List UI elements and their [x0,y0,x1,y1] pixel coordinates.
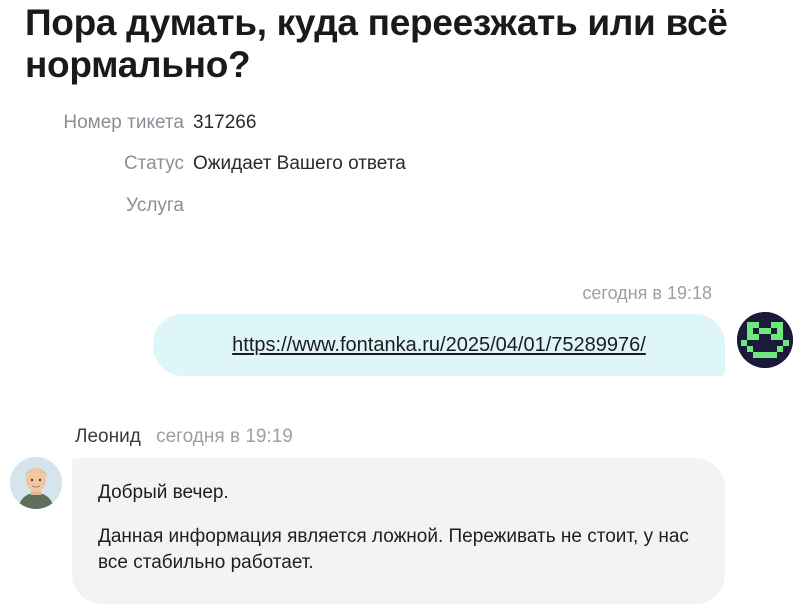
agent-message-body: Данная информация является ложной. Переж… [98,526,689,573]
agent-name: Леонид [75,426,141,447]
user-message-time: сегодня в 19:18 [582,283,712,303]
ticket-number-label: Номер тикета [63,112,184,133]
ticket-status-value: Ожидает Вашего ответа [193,153,406,174]
pixel-smiley-icon [737,312,793,368]
ticket-number-row: Номер тикета 317266 [0,112,400,134]
ticket-page: Пора думать, куда переезжать или всё нор… [0,0,800,614]
agent-message-bubble: Добрый вечер. Данная информация является… [72,458,725,604]
user-message-bubble: https://www.fontanka.ru/2025/04/01/75289… [153,314,725,376]
ticket-status-label: Статус [123,153,184,174]
ticket-status-row: Статус Ожидает Вашего ответа [0,153,600,175]
agent-message-greeting: Добрый вечер. [98,482,229,503]
ticket-service-row: Услуга [0,195,400,217]
agent-message-header: Леонид сегодня в 19:19 [75,426,293,448]
agent-avatar [10,457,62,509]
ticket-title: Пора думать, куда переезжать или всё нор… [25,2,728,85]
user-message-link[interactable]: https://www.fontanka.ru/2025/04/01/75289… [232,334,646,357]
ticket-number-value: 317266 [193,112,257,133]
ticket-service-label: Услуга [126,195,184,216]
agent-message-time: сегодня в 19:19 [156,426,293,447]
